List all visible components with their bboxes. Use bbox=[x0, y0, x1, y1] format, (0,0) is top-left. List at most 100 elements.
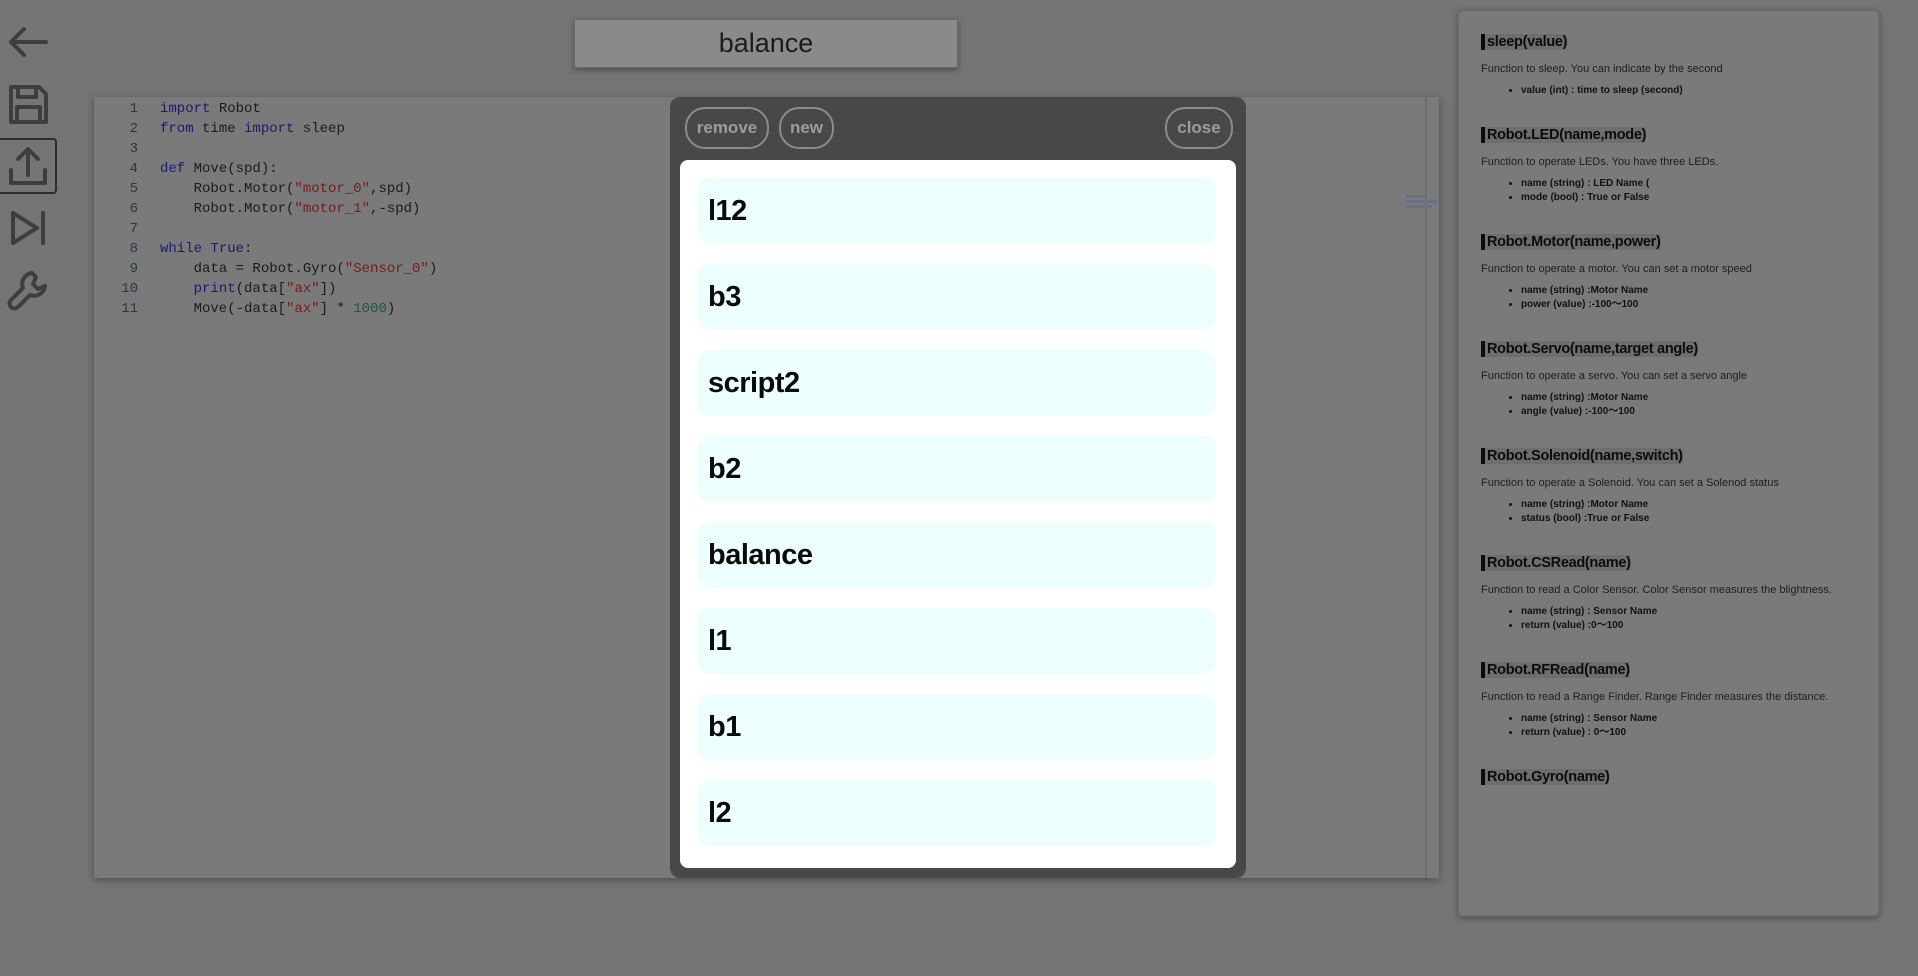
code-line[interactable]: 7 bbox=[94, 219, 437, 239]
reference-param: value (int) : time to sleep (second) bbox=[1521, 84, 1858, 98]
code-text[interactable]: Move(-data["ax"] * 1000) bbox=[160, 299, 396, 319]
back-button[interactable] bbox=[0, 14, 56, 70]
save-button[interactable] bbox=[0, 76, 56, 132]
close-button[interactable]: close bbox=[1165, 107, 1233, 149]
reference-param-list: name (string) :Motor Namestatus (bool) :… bbox=[1521, 498, 1858, 526]
script-list[interactable]: l12 b3 script2 b2 balance l1 b1 l2 bbox=[680, 160, 1236, 868]
script-title[interactable]: balance bbox=[574, 19, 958, 68]
code-line[interactable]: 9 data = Robot.Gyro("Sensor_0") bbox=[94, 259, 438, 279]
code-line[interactable]: 2 from time import sleep bbox=[94, 119, 437, 139]
line-number: 9 bbox=[129, 261, 138, 277]
script-list-item[interactable]: script2 bbox=[698, 350, 1216, 416]
code-text[interactable]: def Move(spd): bbox=[160, 159, 278, 179]
reference-param: name (string) :Motor Name bbox=[1521, 284, 1858, 298]
reference-function-title: Robot.RFRead(name) bbox=[1481, 662, 1630, 678]
reference-description: Function to operate a Solenoid. You can … bbox=[1481, 477, 1779, 489]
reference-param: name (string) :Motor Name bbox=[1521, 391, 1858, 405]
code-line[interactable]: 11 Move(-data["ax"] * 1000) bbox=[94, 299, 437, 319]
reference-description: Function to operate a motor. You can set… bbox=[1481, 263, 1752, 275]
script-list-item[interactable]: l1 bbox=[698, 608, 1216, 674]
reference-function-title: Robot.Gyro(name) bbox=[1481, 769, 1610, 785]
code-line[interactable]: 4 def Move(spd): bbox=[94, 159, 437, 179]
reference-param-list: name (string) : LED Name (mode (bool) : … bbox=[1521, 177, 1858, 205]
reference-param: status (bool) :True or False bbox=[1521, 512, 1858, 526]
reference-param: name (string) : Sensor Name bbox=[1521, 605, 1858, 619]
reference-entry: Robot.RFRead(name) Function to read a Ran… bbox=[1481, 661, 1858, 740]
remove-button[interactable]: remove bbox=[685, 107, 769, 149]
code-text[interactable]: data = Robot.Gyro("Sensor_0") bbox=[160, 259, 438, 279]
reference-function-title: sleep(value) bbox=[1481, 34, 1568, 50]
reference-param: angle (value) :-100～100 bbox=[1521, 405, 1858, 419]
reference-entry: Robot.LED(name,mode) Function to operate … bbox=[1481, 126, 1858, 205]
code-text[interactable]: import Robot bbox=[160, 99, 261, 119]
line-number: 11 bbox=[121, 301, 138, 317]
floppy-disk-icon bbox=[9, 85, 48, 124]
line-number: 1 bbox=[129, 101, 138, 117]
skip-forward-icon bbox=[11, 211, 45, 245]
reference-param: mode (bool) : True or False bbox=[1521, 191, 1858, 205]
code-line[interactable]: 10 print(data["ax"]) bbox=[94, 279, 437, 299]
reference-param: name (string) : Sensor Name bbox=[1521, 712, 1858, 726]
run-button[interactable] bbox=[0, 200, 56, 256]
reference-param: power (value) :-100～100 bbox=[1521, 298, 1858, 312]
reference-description: Function to read a Color Sensor. Color S… bbox=[1481, 584, 1832, 596]
reference-panel[interactable]: sleep(value) Function to sleep. You can i… bbox=[1457, 9, 1880, 917]
code-text[interactable]: while True: bbox=[160, 239, 252, 259]
line-number: 10 bbox=[121, 281, 138, 297]
line-number: 8 bbox=[129, 241, 138, 257]
reference-entry: Robot.Servo(name,target angle) Function t… bbox=[1481, 340, 1858, 419]
reference-param: name (string) : LED Name ( bbox=[1521, 177, 1858, 191]
new-button[interactable]: new bbox=[779, 107, 834, 149]
reference-entry: Robot.Solenoid(name,switch) Function to o… bbox=[1481, 447, 1858, 526]
script-list-item[interactable]: b3 bbox=[698, 264, 1216, 330]
script-list-dialog: remove new close l12 b3 script2 b2 balance l1… bbox=[670, 97, 1246, 878]
code-text[interactable]: Robot.Motor("motor_0",spd) bbox=[160, 179, 412, 199]
reference-function-title: Robot.Motor(name,power) bbox=[1481, 234, 1661, 250]
line-number: 4 bbox=[129, 161, 138, 177]
upload-button[interactable] bbox=[0, 138, 57, 194]
reference-function-title: Robot.Solenoid(name,switch) bbox=[1481, 448, 1683, 464]
script-list-item[interactable]: balance bbox=[698, 522, 1216, 588]
code-line[interactable]: 3 bbox=[94, 139, 437, 159]
script-list-item[interactable]: l2 bbox=[698, 780, 1216, 846]
script-list-item[interactable]: l12 bbox=[698, 178, 1216, 244]
code-line[interactable]: 6 Robot.Motor("motor_1",-spd) bbox=[94, 199, 437, 219]
code-text[interactable]: print(data["ax"]) bbox=[160, 279, 337, 299]
reference-description: Function to read a Range Finder. Range F… bbox=[1481, 691, 1829, 703]
reference-entry: Robot.Gyro(name) bbox=[1481, 768, 1858, 786]
code-line[interactable]: 8 while True: bbox=[94, 239, 437, 259]
arrow-left-icon bbox=[9, 27, 48, 57]
reference-param-list: value (int) : time to sleep (second) bbox=[1521, 84, 1858, 98]
reference-param-list: name (string) : Sensor Namereturn (value… bbox=[1521, 605, 1858, 633]
minimap[interactable] bbox=[1406, 195, 1440, 217]
code-text[interactable]: Robot.Motor("motor_1",-spd) bbox=[160, 199, 421, 219]
wrench-icon bbox=[7, 271, 47, 311]
line-number: 7 bbox=[129, 221, 138, 237]
script-list-item[interactable]: b1 bbox=[698, 694, 1216, 760]
code-line[interactable]: 1 import Robot bbox=[94, 99, 437, 119]
line-number: 3 bbox=[129, 141, 138, 157]
reference-entry: Robot.CSRead(name) Function to read a Col… bbox=[1481, 554, 1858, 633]
line-number: 2 bbox=[129, 121, 138, 137]
reference-param: return (value) :0～100 bbox=[1521, 619, 1858, 633]
reference-function-title: Robot.LED(name,mode) bbox=[1481, 127, 1646, 143]
code-area[interactable]: 1 import Robot 2 from time import sleep 3 4 de… bbox=[94, 97, 437, 319]
reference-function-title: Robot.CSRead(name) bbox=[1481, 555, 1631, 571]
reference-param: name (string) :Motor Name bbox=[1521, 498, 1858, 512]
line-number: 5 bbox=[129, 181, 138, 197]
reference-description: Function to operate LEDs. You have three… bbox=[1481, 156, 1719, 168]
script-list-item[interactable]: b2 bbox=[698, 436, 1216, 502]
line-number: 6 bbox=[129, 201, 138, 217]
reference-entry: Robot.Motor(name,power) Function to opera… bbox=[1481, 233, 1858, 312]
reference-param-list: name (string) : Sensor Namereturn (value… bbox=[1521, 712, 1858, 740]
settings-button[interactable] bbox=[0, 262, 56, 318]
reference-param-list: name (string) :Motor Nameangle (value) :… bbox=[1521, 391, 1858, 419]
reference-description: Function to sleep. You can indicate by t… bbox=[1481, 63, 1723, 75]
reference-param-list: name (string) :Motor Namepower (value) :… bbox=[1521, 284, 1858, 312]
reference-entry: sleep(value) Function to sleep. You can i… bbox=[1481, 33, 1858, 98]
upload-icon bbox=[8, 147, 47, 185]
reference-description: Function to operate a servo. You can set… bbox=[1481, 370, 1748, 382]
code-line[interactable]: 5 Robot.Motor("motor_0",spd) bbox=[94, 179, 437, 199]
code-text[interactable]: from time import sleep bbox=[160, 119, 345, 139]
reference-param: return (value) : 0～100 bbox=[1521, 726, 1858, 740]
